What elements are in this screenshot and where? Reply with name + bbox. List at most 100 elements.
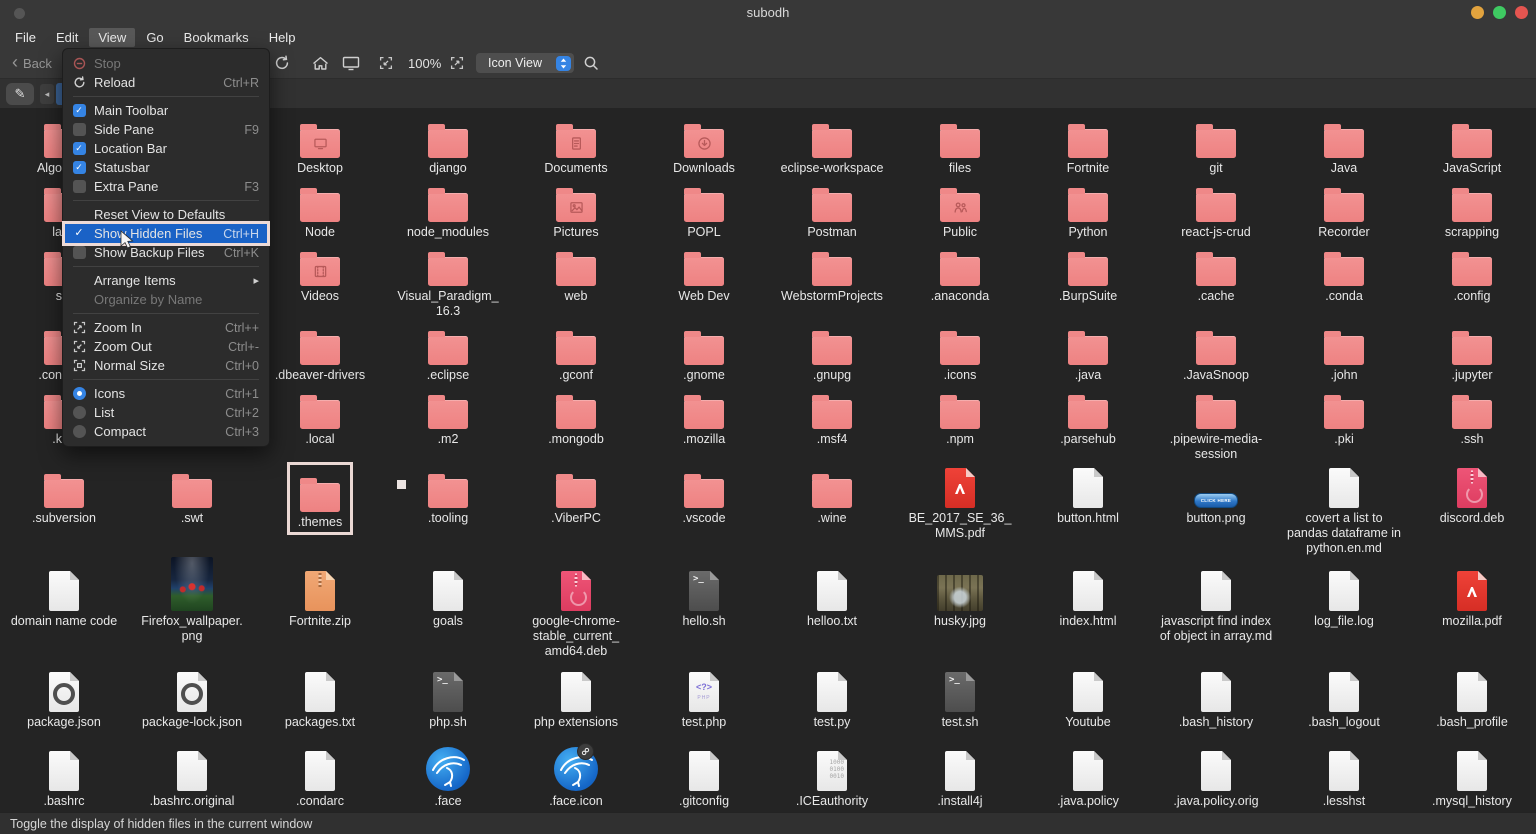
home-button[interactable] xyxy=(312,48,329,78)
file-item[interactable]: javascript find indexof object in array.… xyxy=(1152,565,1280,666)
file-item[interactable]: node_modules xyxy=(384,184,512,248)
file-item[interactable]: BE_2017_SE_36_MMS.pdf xyxy=(896,462,1024,565)
zoom-in-button[interactable] xyxy=(450,48,464,78)
file-item[interactable]: .msf4 xyxy=(768,391,896,462)
file-item[interactable]: CLICK HEREbutton.png xyxy=(1152,462,1280,565)
file-item[interactable]: .themes xyxy=(256,462,384,565)
menubar-edit[interactable]: Edit xyxy=(47,28,87,47)
file-item[interactable]: .cache xyxy=(1152,248,1280,327)
menu-item-compact[interactable]: CompactCtrl+3 xyxy=(63,422,269,441)
file-item[interactable]: WebstormProjects xyxy=(768,248,896,327)
file-item[interactable]: packages.txt xyxy=(256,666,384,745)
file-item[interactable]: .ssh xyxy=(1408,391,1536,462)
file-item[interactable]: .config xyxy=(1408,248,1536,327)
file-item[interactable]: .install4j xyxy=(896,745,1024,812)
file-item[interactable]: google-chrome-stable_current_amd64.deb xyxy=(512,565,640,666)
menu-item-icons[interactable]: IconsCtrl+1 xyxy=(63,384,269,403)
menu-item-show-backup-files[interactable]: Show Backup FilesCtrl+K xyxy=(63,243,269,262)
file-item[interactable]: Recorder xyxy=(1280,184,1408,248)
file-item[interactable]: .lesshst xyxy=(1280,745,1408,812)
file-item[interactable]: .mysql_history xyxy=(1408,745,1536,812)
scroll-breadcrumb-left-button[interactable]: ◂ xyxy=(40,84,54,104)
file-item[interactable]: Desktop xyxy=(256,120,384,184)
file-item[interactable]: .JavaSnoop xyxy=(1152,327,1280,391)
file-item[interactable]: .java.policy xyxy=(1024,745,1152,812)
dropdown-stepper-icon[interactable] xyxy=(556,56,571,71)
file-item[interactable]: .gconf xyxy=(512,327,640,391)
menu-item-show-hidden-files[interactable]: ✓Show Hidden FilesCtrl+H xyxy=(63,224,269,243)
file-item[interactable]: Web Dev xyxy=(640,248,768,327)
file-item[interactable]: .face xyxy=(384,745,512,812)
file-item[interactable]: .tooling xyxy=(384,462,512,565)
file-item[interactable]: domain name code xyxy=(0,565,128,666)
file-item[interactable]: .bashrc.original xyxy=(128,745,256,812)
file-item[interactable]: index.html xyxy=(1024,565,1152,666)
file-item[interactable]: .john xyxy=(1280,327,1408,391)
file-item[interactable]: .mozilla xyxy=(640,391,768,462)
back-button[interactable]: ‹ Back xyxy=(12,48,52,78)
file-item[interactable]: .bash_history xyxy=(1152,666,1280,745)
file-item[interactable]: helloo.txt xyxy=(768,565,896,666)
file-item[interactable]: Fortnite.zip xyxy=(256,565,384,666)
file-item[interactable]: .dbeaver-drivers xyxy=(256,327,384,391)
file-item[interactable]: discord.deb xyxy=(1408,462,1536,565)
file-item[interactable]: Public xyxy=(896,184,1024,248)
zoom-out-button[interactable] xyxy=(379,48,393,78)
search-button[interactable] xyxy=(583,48,599,78)
file-item[interactable]: .icons xyxy=(896,327,1024,391)
file-item[interactable]: react-js-crud xyxy=(1152,184,1280,248)
close-button[interactable] xyxy=(1515,6,1528,19)
file-item[interactable]: >_php.sh xyxy=(384,666,512,745)
file-item[interactable]: .condarc xyxy=(256,745,384,812)
file-item[interactable]: .pki xyxy=(1280,391,1408,462)
file-item[interactable]: Postman xyxy=(768,184,896,248)
file-item[interactable]: .bash_profile xyxy=(1408,666,1536,745)
menu-item-extra-pane[interactable]: Extra PaneF3 xyxy=(63,177,269,196)
file-item[interactable]: .gitconfig xyxy=(640,745,768,812)
file-item[interactable]: covert a list topandas dataframe inpytho… xyxy=(1280,462,1408,565)
menu-item-side-pane[interactable]: Side PaneF9 xyxy=(63,120,269,139)
menubar-view[interactable]: View xyxy=(89,28,135,47)
file-item[interactable]: Visual_Paradigm_16.3 xyxy=(384,248,512,327)
menubar-bookmarks[interactable]: Bookmarks xyxy=(175,28,258,47)
menu-item-stop[interactable]: Stop xyxy=(63,54,269,73)
file-item[interactable]: .java.policy.orig xyxy=(1152,745,1280,812)
file-item[interactable]: 100001000010.ICEauthority xyxy=(768,745,896,812)
file-item[interactable]: .bashrc xyxy=(0,745,128,812)
menu-item-reset-view-to-defaults[interactable]: Reset View to Defaults xyxy=(63,205,269,224)
file-item[interactable]: Downloads xyxy=(640,120,768,184)
maximize-button[interactable] xyxy=(1493,6,1506,19)
menu-item-zoom-in[interactable]: Zoom InCtrl++ xyxy=(63,318,269,337)
file-item[interactable]: scrapping xyxy=(1408,184,1536,248)
minimize-button[interactable] xyxy=(1471,6,1484,19)
file-item[interactable]: files xyxy=(896,120,1024,184)
file-item[interactable]: >_test.sh xyxy=(896,666,1024,745)
file-item[interactable]: package.json xyxy=(0,666,128,745)
file-item[interactable]: .wine xyxy=(768,462,896,565)
file-item[interactable]: .m2 xyxy=(384,391,512,462)
file-item[interactable]: .BurpSuite xyxy=(1024,248,1152,327)
file-item[interactable]: .pipewire-media-session xyxy=(1152,391,1280,462)
file-item[interactable]: <?>PHPtest.php xyxy=(640,666,768,745)
menu-item-location-bar[interactable]: ✓Location Bar xyxy=(63,139,269,158)
file-item[interactable]: web xyxy=(512,248,640,327)
file-item[interactable]: Documents xyxy=(512,120,640,184)
file-item[interactable]: Youtube xyxy=(1024,666,1152,745)
menu-item-zoom-out[interactable]: Zoom OutCtrl+- xyxy=(63,337,269,356)
file-item[interactable]: package-lock.json xyxy=(128,666,256,745)
file-item[interactable]: log_file.log xyxy=(1280,565,1408,666)
file-item[interactable]: Pictures xyxy=(512,184,640,248)
file-item[interactable]: .ViberPC xyxy=(512,462,640,565)
menubar-help[interactable]: Help xyxy=(260,28,305,47)
view-mode-dropdown[interactable]: Icon View xyxy=(476,53,574,73)
file-item[interactable]: .jupyter xyxy=(1408,327,1536,391)
file-item[interactable]: php extensions xyxy=(512,666,640,745)
menu-item-reload[interactable]: ReloadCtrl+R xyxy=(63,73,269,92)
file-item[interactable]: .anaconda xyxy=(896,248,1024,327)
file-item[interactable]: .parsehub xyxy=(1024,391,1152,462)
file-item[interactable]: .swt xyxy=(128,462,256,565)
file-item[interactable]: Firefox_wallpaper.png xyxy=(128,565,256,666)
file-item[interactable]: .java xyxy=(1024,327,1152,391)
file-item[interactable]: django xyxy=(384,120,512,184)
menu-item-normal-size[interactable]: Normal SizeCtrl+0 xyxy=(63,356,269,375)
